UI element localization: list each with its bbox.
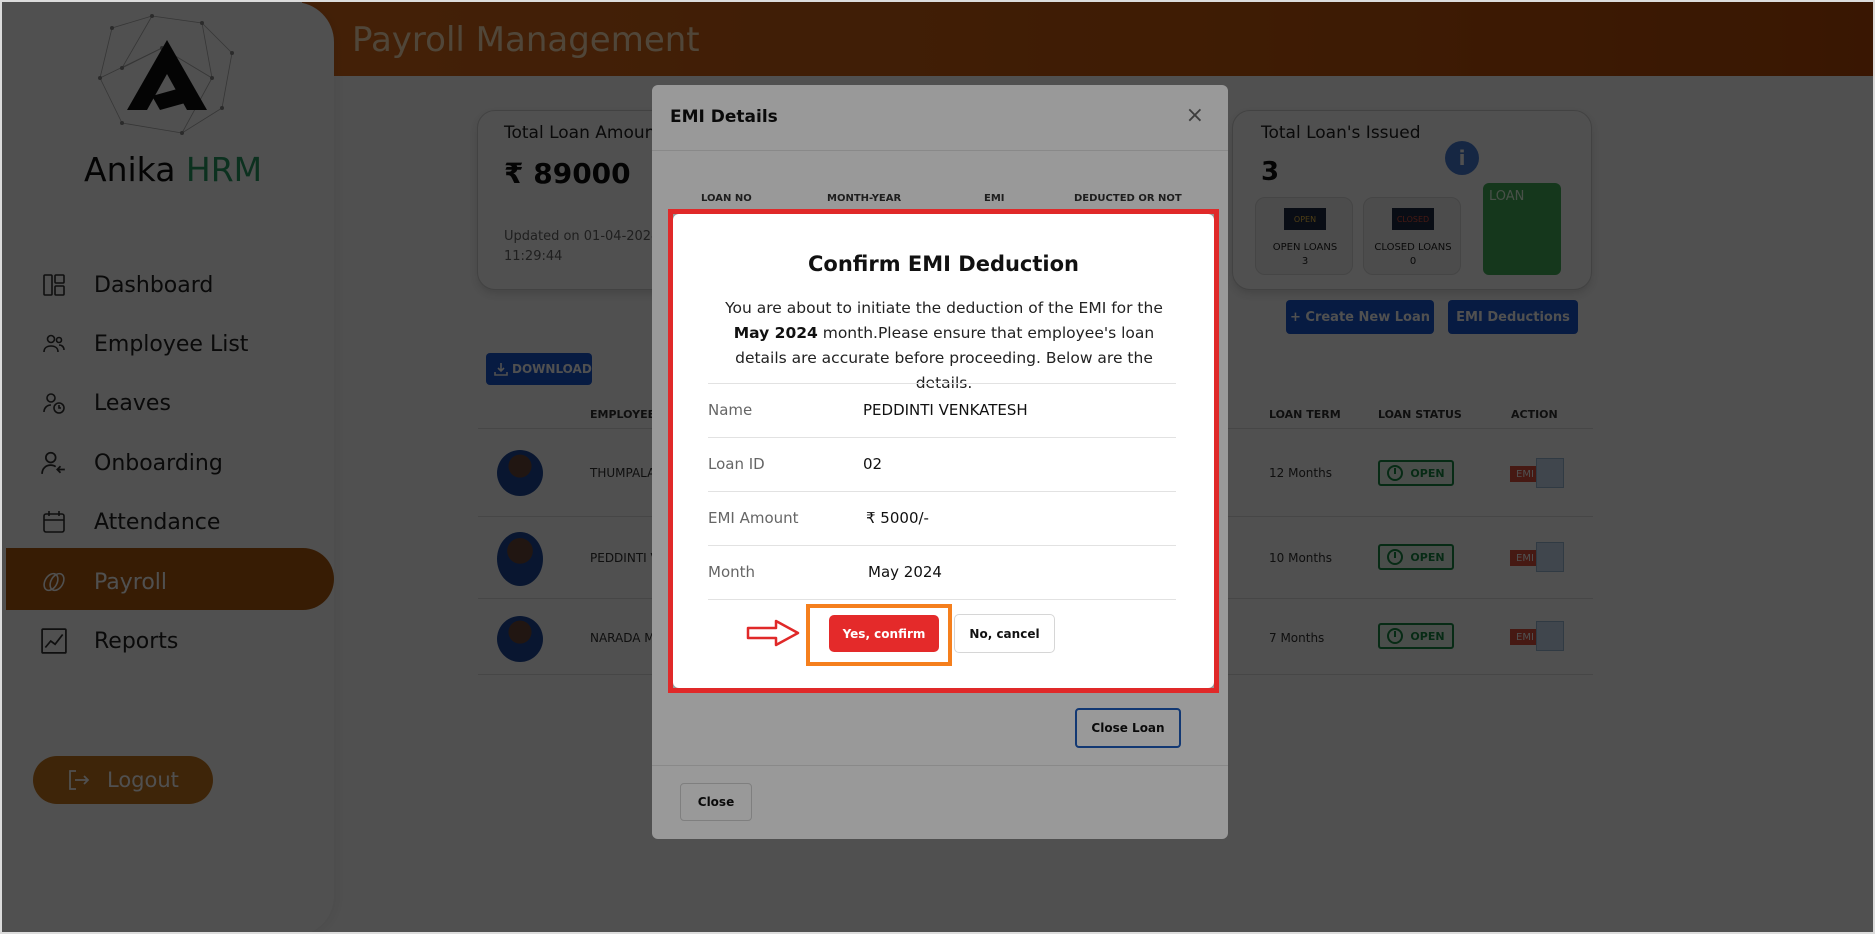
detail-row-month: Month May 2024 bbox=[708, 545, 1176, 599]
app-window: Payroll Management Anika HRM Dashboard E… bbox=[0, 0, 1875, 934]
confirm-title: Confirm EMI Deduction bbox=[808, 252, 1079, 276]
detail-value: 02 bbox=[863, 455, 883, 473]
detail-row-loan-id: Loan ID 02 bbox=[708, 437, 1176, 491]
detail-value: May 2024 bbox=[868, 563, 942, 581]
detail-label: Month bbox=[708, 563, 756, 581]
detail-label: EMI Amount bbox=[708, 509, 799, 527]
detail-row-name: Name PEDDINTI VENKATESH bbox=[708, 383, 1176, 437]
confirm-message-pre: You are about to initiate the deduction … bbox=[725, 299, 1163, 317]
detail-value: ₹ 5000/- bbox=[866, 509, 929, 527]
detail-row-emi-amount: EMI Amount ₹ 5000/- bbox=[708, 491, 1176, 545]
detail-divider bbox=[708, 599, 1176, 600]
confirm-message-month: May 2024 bbox=[733, 324, 818, 342]
detail-value: PEDDINTI VENKATESH bbox=[863, 401, 1028, 419]
detail-label: Loan ID bbox=[708, 455, 765, 473]
detail-label: Name bbox=[708, 401, 753, 419]
no-cancel-button[interactable]: No, cancel bbox=[954, 614, 1055, 653]
confirm-message: You are about to initiate the deduction … bbox=[709, 296, 1179, 396]
yes-confirm-button[interactable]: Yes, confirm bbox=[829, 615, 939, 652]
arrow-right-icon bbox=[746, 619, 800, 647]
